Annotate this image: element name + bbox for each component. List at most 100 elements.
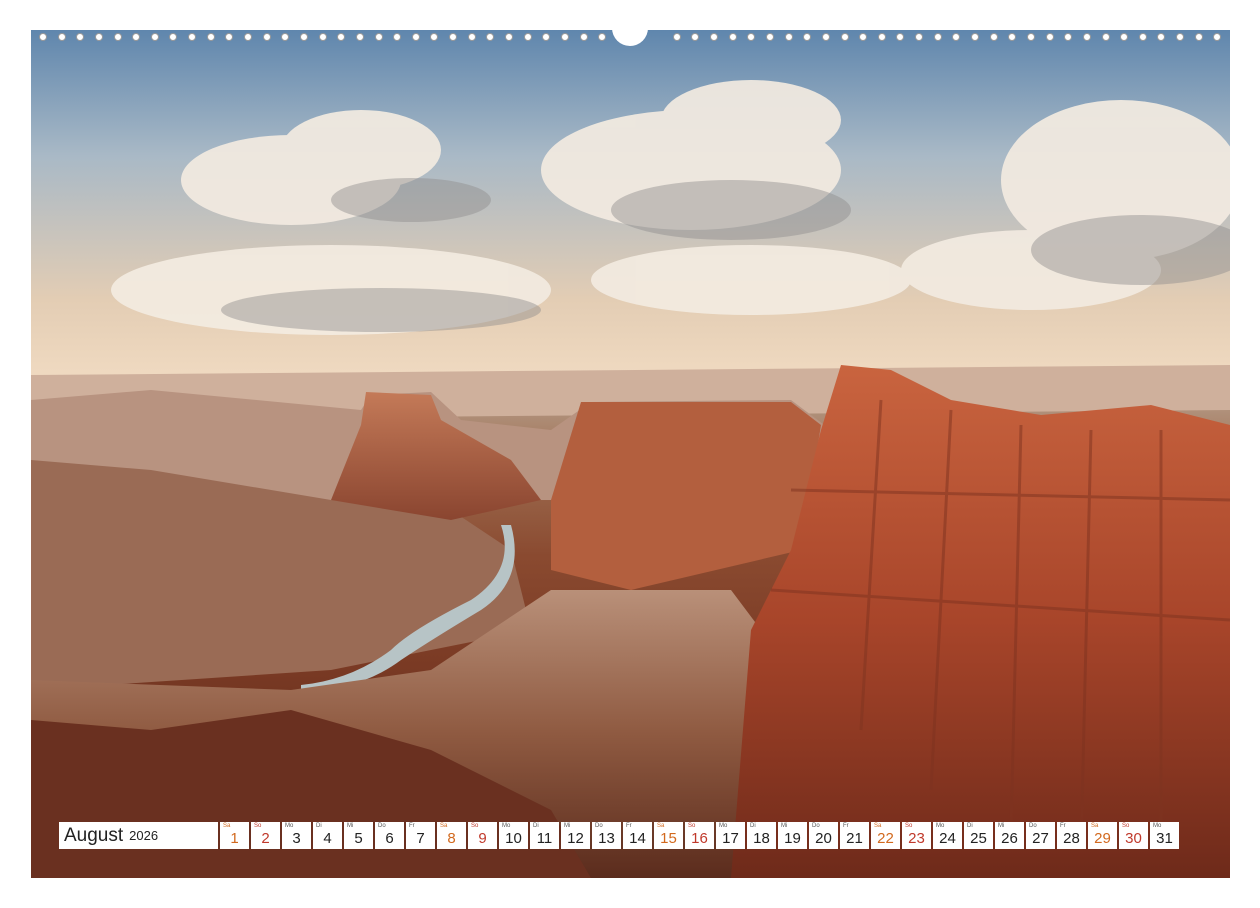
day-number: 28 bbox=[1063, 830, 1080, 847]
day-cell: Di 18 bbox=[747, 822, 776, 849]
canyon-photo bbox=[31, 30, 1230, 878]
day-number: 12 bbox=[567, 830, 584, 847]
day-number: 5 bbox=[354, 830, 363, 847]
day-number: 18 bbox=[753, 830, 770, 847]
day-number: 11 bbox=[536, 830, 553, 847]
weekday-label: So bbox=[1122, 823, 1130, 829]
day-cell: Fr 7 bbox=[406, 822, 435, 849]
day-cell: So 2 bbox=[251, 822, 280, 849]
weekday-label: Fr bbox=[626, 823, 632, 829]
day-number: 10 bbox=[505, 830, 522, 847]
day-number: 19 bbox=[784, 830, 801, 847]
day-cell: Sa 1 bbox=[220, 822, 249, 849]
day-cell: Mo 3 bbox=[282, 822, 311, 849]
day-number: 31 bbox=[1156, 830, 1173, 847]
weekday-label: Sa bbox=[874, 823, 882, 829]
day-cell: Mi 26 bbox=[995, 822, 1024, 849]
day-cell: Di 25 bbox=[964, 822, 993, 849]
day-number: 7 bbox=[416, 830, 425, 847]
day-cell: Fr 21 bbox=[840, 822, 869, 849]
day-number: 14 bbox=[629, 830, 646, 847]
day-number: 21 bbox=[846, 830, 863, 847]
day-cell: Mo 31 bbox=[1150, 822, 1179, 849]
day-number: 29 bbox=[1094, 830, 1111, 847]
day-number: 23 bbox=[908, 830, 925, 847]
day-cell: Sa 15 bbox=[654, 822, 683, 849]
weekday-label: Fr bbox=[409, 823, 415, 829]
weekday-label: Sa bbox=[440, 823, 448, 829]
month-label: August 2026 bbox=[59, 822, 218, 849]
day-cell: Mi 19 bbox=[778, 822, 807, 849]
weekday-label: Mi bbox=[998, 823, 1005, 829]
day-cell: Do 20 bbox=[809, 822, 838, 849]
calendar-strip: August 2026 Sa 1 So 2 Mo 3 Di 4 Mi 5 Do 6 Fr 7 Sa 8 So 9 M… bbox=[59, 822, 1179, 849]
day-number: 6 bbox=[385, 830, 394, 847]
day-cell: Sa 8 bbox=[437, 822, 466, 849]
canyon-landscape bbox=[31, 30, 1230, 878]
day-cell: Di 4 bbox=[313, 822, 342, 849]
weekday-label: So bbox=[254, 823, 262, 829]
weekday-label: Do bbox=[378, 823, 386, 829]
day-cell: Mo 24 bbox=[933, 822, 962, 849]
weekday-label: Do bbox=[812, 823, 820, 829]
weekday-label: Di bbox=[316, 823, 322, 829]
day-number: 3 bbox=[292, 830, 301, 847]
day-number: 2 bbox=[261, 830, 270, 847]
day-number: 26 bbox=[1001, 830, 1018, 847]
weekday-label: Mo bbox=[502, 823, 511, 829]
weekday-label: So bbox=[471, 823, 479, 829]
day-cell: Fr 14 bbox=[623, 822, 652, 849]
weekday-label: Mo bbox=[1153, 823, 1162, 829]
day-cell: Mo 10 bbox=[499, 822, 528, 849]
calendar-page bbox=[31, 30, 1230, 878]
weekday-label: Do bbox=[1029, 823, 1037, 829]
day-cell: Do 27 bbox=[1026, 822, 1055, 849]
day-cell: Fr 28 bbox=[1057, 822, 1086, 849]
weekday-label: Fr bbox=[1060, 823, 1066, 829]
day-number: 1 bbox=[230, 830, 239, 847]
weekday-label: Sa bbox=[1091, 823, 1099, 829]
day-number: 24 bbox=[939, 830, 956, 847]
year-label: 2026 bbox=[129, 828, 159, 843]
day-number: 27 bbox=[1032, 830, 1049, 847]
weekday-label: Sa bbox=[223, 823, 231, 829]
day-number: 16 bbox=[691, 830, 708, 847]
day-number: 30 bbox=[1125, 830, 1142, 847]
weekday-label: Mo bbox=[936, 823, 945, 829]
day-cell: Mo 17 bbox=[716, 822, 745, 849]
weekday-label: Mi bbox=[347, 823, 354, 829]
day-cell: Do 6 bbox=[375, 822, 404, 849]
day-number: 22 bbox=[877, 830, 894, 847]
day-number: 20 bbox=[815, 830, 832, 847]
day-cell: Mi 5 bbox=[344, 822, 373, 849]
weekday-label: Mo bbox=[285, 823, 294, 829]
weekday-label: Mi bbox=[781, 823, 788, 829]
day-cell: Di 11 bbox=[530, 822, 559, 849]
weekday-label: Mi bbox=[564, 823, 571, 829]
day-cell: Mi 12 bbox=[561, 822, 590, 849]
weekday-label: So bbox=[905, 823, 913, 829]
day-cell: So 16 bbox=[685, 822, 714, 849]
day-number: 8 bbox=[447, 830, 456, 847]
day-cell: Do 13 bbox=[592, 822, 621, 849]
day-number: 13 bbox=[598, 830, 615, 847]
weekday-label: Mo bbox=[719, 823, 728, 829]
weekday-label: Di bbox=[967, 823, 973, 829]
day-cell: So 30 bbox=[1119, 822, 1148, 849]
weekday-label: Sa bbox=[657, 823, 665, 829]
day-number: 15 bbox=[660, 830, 677, 847]
month-name: August bbox=[64, 824, 124, 846]
day-cell: So 9 bbox=[468, 822, 497, 849]
weekday-label: Di bbox=[750, 823, 756, 829]
day-number: 25 bbox=[970, 830, 987, 847]
day-number: 9 bbox=[478, 830, 487, 847]
day-cell: Sa 22 bbox=[871, 822, 900, 849]
day-number: 4 bbox=[323, 830, 332, 847]
day-number: 17 bbox=[722, 830, 739, 847]
weekday-label: Di bbox=[533, 823, 539, 829]
weekday-label: Do bbox=[595, 823, 603, 829]
day-cell: So 23 bbox=[902, 822, 931, 849]
weekday-label: So bbox=[688, 823, 696, 829]
day-cell: Sa 29 bbox=[1088, 822, 1117, 849]
weekday-label: Fr bbox=[843, 823, 849, 829]
